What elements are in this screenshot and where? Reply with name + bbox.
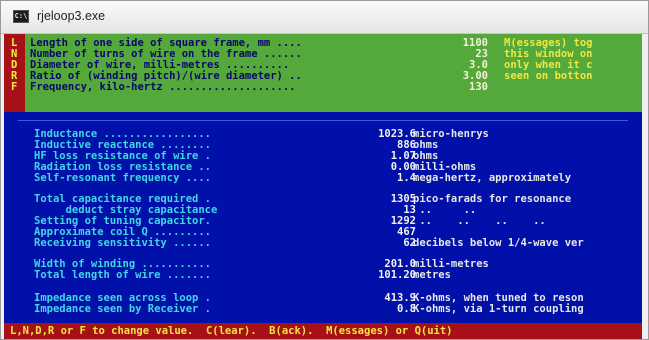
result-unit-sensitivity: decibels below 1/4-wave ver [413, 237, 584, 249]
param-value-ratio: 3.00 [462, 70, 488, 82]
command-hint: L,N,D,R or F to change value. C(lear). B… [10, 325, 453, 337]
message-line: seen on botton [504, 70, 593, 82]
result-unit-wire-length: metres [413, 269, 451, 281]
param-value-turns: 23 [475, 48, 488, 60]
result-unit-self-resonant: mega-hertz, approximately [413, 172, 572, 184]
result-unit-receiver-impedance: K-ohms, via 1-turn coupling [413, 303, 584, 315]
result-label-self-resonant: Self-resonant frequency .... [34, 172, 212, 184]
title-bar[interactable]: C:\ rjeloop3.exe [1, 1, 648, 34]
param-value-length: 1100 [462, 37, 488, 49]
param-value-diameter: 3.0 [469, 59, 488, 71]
message-line: this window on [504, 48, 593, 60]
result-value-wire-length: 101.20 [378, 269, 416, 281]
key-length[interactable]: L [11, 38, 17, 49]
message-line: only when it c [504, 59, 593, 71]
console-icon: C:\ [13, 10, 29, 23]
result-unit-tuning-capacitor: .. .. .. .. [413, 215, 546, 227]
key-frequency[interactable]: F [11, 82, 17, 93]
key-diameter[interactable]: D [11, 60, 17, 71]
message-line: M(essages) tog [504, 37, 593, 49]
command-status-bar: L,N,D,R or F to change value. C(lear). B… [4, 323, 642, 339]
input-parameters-panel: L Length of one side of square frame, mm… [4, 34, 642, 112]
result-label-wire-length: Total length of wire ....... [34, 269, 212, 281]
console-window: C:\ rjeloop3.exe L Length of one side of… [0, 0, 649, 340]
result-label-sensitivity: Receiving sensitivity ...... [34, 237, 212, 249]
key-ratio[interactable]: R [11, 71, 17, 82]
param-label-turns: Number of turns of wire on the frame ...… [30, 48, 302, 60]
param-value-frequency: 130 [469, 81, 488, 93]
divider [18, 120, 628, 121]
param-label-ratio: Ratio of (winding pitch)/(wire diameter)… [30, 70, 302, 82]
result-label-receiver-impedance: Impedance seen by Receiver . [34, 303, 212, 315]
param-label-length: Length of one side of square frame, mm .… [30, 37, 302, 49]
key-turns[interactable]: N [11, 49, 17, 60]
window-title: rjeloop3.exe [37, 9, 106, 23]
param-label-diameter: Diameter of wire, milli-metres .........… [30, 59, 290, 71]
console-screen[interactable]: L Length of one side of square frame, mm… [4, 34, 642, 339]
param-label-frequency: Frequency, kilo-hertz ..................… [30, 81, 296, 93]
